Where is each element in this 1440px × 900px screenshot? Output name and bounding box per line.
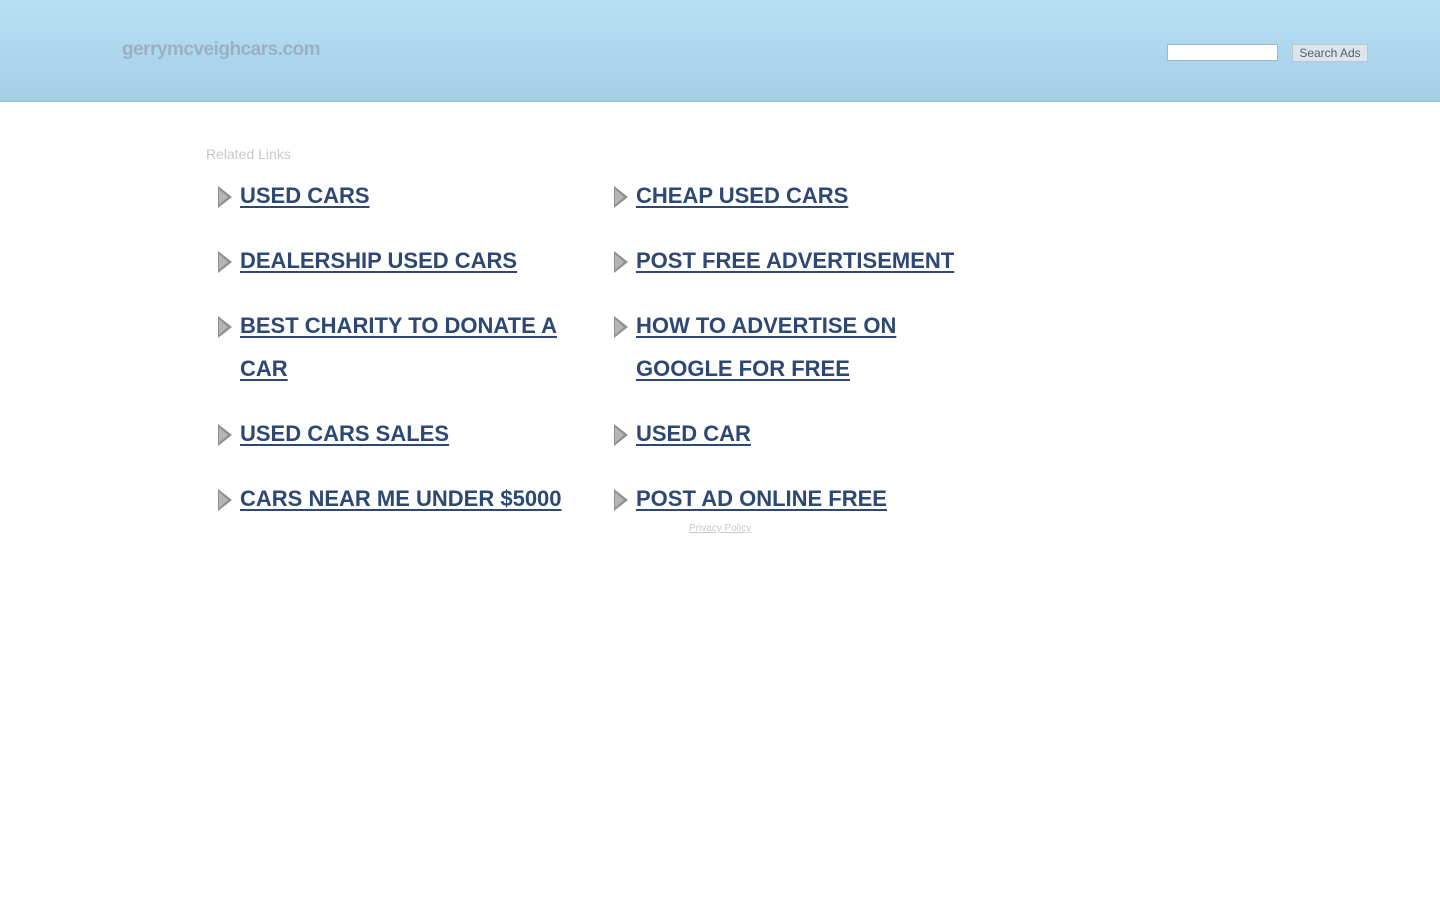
related-link[interactable]: USED CAR bbox=[636, 421, 751, 446]
privacy-policy-link[interactable]: Privacy Policy bbox=[689, 523, 751, 534]
site-name-link[interactable]: gerrymcveighcars.com bbox=[122, 39, 321, 61]
related-link[interactable]: POST FREE ADVERTISEMENT bbox=[636, 248, 954, 273]
left-link-column: USED CARS DEALERSHIP USED CARS BEST CHAR… bbox=[218, 176, 578, 544]
right-link-column: CHEAP USED CARS POST FREE ADVERTISEMENT … bbox=[614, 176, 994, 544]
link-item: CHEAP USED CARS bbox=[614, 176, 994, 219]
arrow-icon bbox=[614, 489, 628, 511]
related-link[interactable]: HOW TO ADVERTISE ON GOOGLE FOR FREE bbox=[636, 313, 896, 381]
arrow-icon bbox=[614, 316, 628, 338]
link-item: BEST CHARITY TO DONATE A CAR bbox=[218, 306, 578, 392]
arrow-icon bbox=[218, 489, 232, 511]
link-item: DEALERSHIP USED CARS bbox=[218, 241, 578, 284]
arrow-icon bbox=[614, 186, 628, 208]
related-link[interactable]: DEALERSHIP USED CARS bbox=[240, 248, 517, 273]
related-link[interactable]: POST AD ONLINE FREE bbox=[636, 486, 887, 511]
link-item: POST AD ONLINE FREE bbox=[614, 479, 994, 522]
arrow-icon bbox=[218, 424, 232, 446]
arrow-icon bbox=[218, 251, 232, 273]
search-ads-button[interactable]: Search Ads bbox=[1292, 44, 1368, 62]
link-item: HOW TO ADVERTISE ON GOOGLE FOR FREE bbox=[614, 306, 994, 392]
link-item: USED CARS SALES bbox=[218, 414, 578, 457]
link-item: CARS NEAR ME UNDER $5000 bbox=[218, 479, 578, 522]
related-link[interactable]: USED CARS bbox=[240, 183, 370, 208]
link-item: POST FREE ADVERTISEMENT bbox=[614, 241, 994, 284]
link-item: USED CAR bbox=[614, 414, 994, 457]
related-links-title: Related Links bbox=[206, 146, 291, 162]
arrow-icon bbox=[614, 424, 628, 446]
related-link[interactable]: BEST CHARITY TO DONATE A CAR bbox=[240, 313, 557, 381]
arrow-icon bbox=[218, 316, 232, 338]
arrow-icon bbox=[218, 186, 232, 208]
related-link[interactable]: CARS NEAR ME UNDER $5000 bbox=[240, 486, 562, 511]
related-link[interactable]: CHEAP USED CARS bbox=[636, 183, 848, 208]
arrow-icon bbox=[614, 251, 628, 273]
header-bar: gerrymcveighcars.com Search Ads bbox=[0, 0, 1440, 102]
search-input[interactable] bbox=[1167, 44, 1278, 61]
link-item: USED CARS bbox=[218, 176, 578, 219]
related-link[interactable]: USED CARS SALES bbox=[240, 421, 449, 446]
